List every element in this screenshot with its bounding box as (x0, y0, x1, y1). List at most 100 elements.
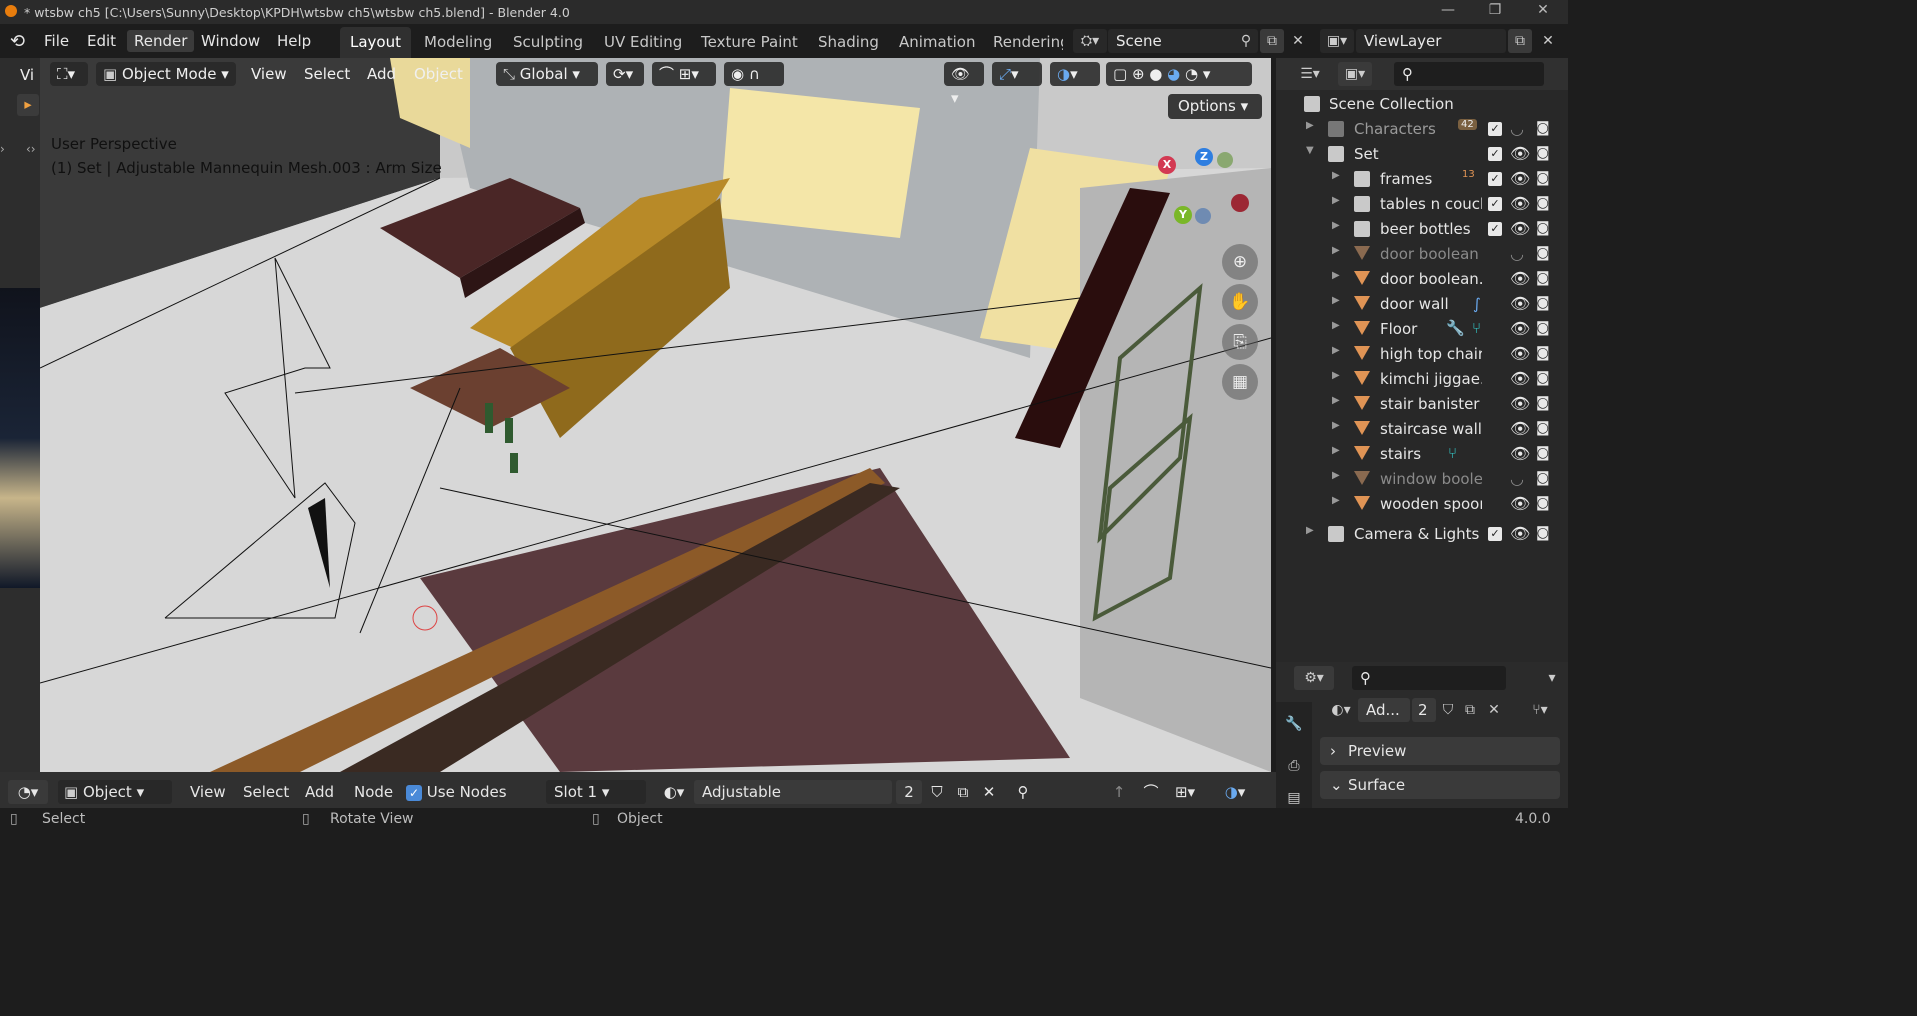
material-sphere-icon[interactable]: ◐▾ (1326, 698, 1356, 722)
pan-hand-icon[interactable]: ✋ (1222, 284, 1258, 320)
include-checkbox[interactable]: ✓ (1488, 147, 1502, 161)
include-checkbox[interactable]: ✓ (1488, 122, 1502, 136)
material-name-field[interactable]: Ad... (1358, 698, 1410, 722)
delete-scene-icon[interactable]: ✕ (1286, 29, 1310, 53)
render-camera-icon[interactable]: ◙ (1536, 445, 1550, 461)
node-tree-icon[interactable]: ⑂▾ (1522, 698, 1558, 722)
material-browse-icon[interactable]: ◐▾ (656, 780, 692, 804)
outliner-search-input[interactable]: ⚲ (1394, 62, 1544, 86)
shader-view-menu[interactable]: View (190, 780, 226, 804)
object-menu[interactable]: Object (407, 62, 470, 86)
overlay-toggle-icon[interactable]: ◑▾ (1050, 62, 1100, 86)
outliner-item-set[interactable]: ▼ Set ✓ 👁 ◙ (1276, 142, 1568, 167)
options-dropdown[interactable]: Options ▾ (1168, 94, 1262, 119)
outliner-scene-collection[interactable]: Scene Collection (1276, 92, 1568, 117)
hidden-eye-icon[interactable]: ◡ (1510, 469, 1524, 488)
eye-icon[interactable]: 👁 (1510, 419, 1530, 438)
outliner-item-door-boolean[interactable]: ▶ door boolean ◡ ◙ (1276, 242, 1568, 267)
outliner-item-stairs[interactable]: ▶ stairs ⑂ 👁 ◙ (1276, 442, 1568, 467)
blender-menu-icon[interactable]: ⟲ (10, 31, 32, 52)
material-name-input[interactable]: Adjustable Mannequin.001 (694, 780, 892, 825)
expand-arrow-icon[interactable]: ▶ (1332, 245, 1340, 256)
eye-icon[interactable]: 👁 (1510, 444, 1530, 463)
output-tab-icon[interactable]: ▤ (1282, 786, 1306, 810)
shading-modes[interactable]: ▢ ⊕ ● ◕ ◔ ▾ (1106, 62, 1252, 86)
tab-modeling[interactable]: Modeling (414, 27, 502, 58)
overlay-toggle-icon[interactable]: ◑▾ (1210, 780, 1260, 804)
unlink-material-icon[interactable]: ✕ (1482, 698, 1506, 722)
outliner-item-tables-n-couch[interactable]: ▶ tables n couch ✓ 👁 ◙ (1276, 192, 1568, 217)
tool-tab-icon[interactable]: 🔧 (1282, 712, 1306, 736)
snap-grid-icon[interactable]: ⊞▾ (1168, 780, 1202, 804)
expand-arrow-icon[interactable]: ▶ (1332, 270, 1340, 281)
expand-arrow-icon[interactable]: ▶ (1332, 495, 1340, 506)
expand-arrow-icon[interactable]: ▶ (1332, 170, 1340, 181)
hidden-eye-icon[interactable]: ◡ (1510, 244, 1524, 263)
camera-view-icon[interactable]: ⎘ (1222, 324, 1258, 360)
expand-arrow-icon[interactable]: ▶ (1306, 120, 1314, 131)
outliner-item-beer-bottles[interactable]: ▶ beer bottles ✓ 👁 ◙ (1276, 217, 1568, 242)
gizmo-z-axis[interactable]: Z (1195, 148, 1213, 166)
gizmo-x-axis[interactable]: X (1158, 156, 1176, 174)
menu-help[interactable]: Help (270, 30, 318, 52)
expand-arrow-icon[interactable]: ▶ (1332, 345, 1340, 356)
select-tool-icon[interactable]: ▸ (17, 94, 39, 116)
gizmo-neg-x[interactable] (1231, 194, 1249, 212)
snap-icon[interactable]: ⌒ ⊞▾ (652, 62, 716, 86)
minimize-icon[interactable]: — (1433, 2, 1463, 18)
tab-animation[interactable]: Animation (889, 27, 985, 58)
render-camera-icon[interactable]: ◙ (1536, 170, 1550, 186)
shader-type-dropdown[interactable]: ▣ Object ▾ (58, 780, 172, 804)
duplicate-material-icon[interactable]: ⧉ (952, 780, 974, 804)
close-icon[interactable]: ✕ (1528, 2, 1558, 18)
snap-magnet-icon[interactable]: ⌒ (1140, 780, 1162, 804)
include-checkbox[interactable]: ✓ (1488, 197, 1502, 211)
hidden-eye-icon[interactable]: ◡ (1510, 119, 1524, 138)
eye-icon[interactable]: 👁 (1510, 194, 1530, 213)
outliner-item-staircase-wall[interactable]: ▶ staircase wall 👁 ◙ (1276, 417, 1568, 442)
expand-arrow-icon[interactable]: ▶ (1332, 445, 1340, 456)
expand-arrow-icon[interactable]: ▶ (1332, 295, 1340, 306)
eye-icon[interactable]: 👁 (1510, 394, 1530, 413)
gizmo-y-axis[interactable]: Y (1174, 206, 1192, 224)
eye-icon[interactable]: 👁 (1510, 524, 1530, 543)
render-camera-icon[interactable]: ◙ (1536, 345, 1550, 361)
expand-arrow-icon[interactable]: ▶ (1332, 195, 1340, 206)
menu-window[interactable]: Window (194, 30, 267, 52)
expand-arrow-icon[interactable]: ▶ (1332, 395, 1340, 406)
render-camera-icon[interactable]: ◙ (1536, 245, 1550, 261)
tab-sculpting[interactable]: Sculpting (503, 27, 593, 58)
eye-icon[interactable]: 👁 (1510, 294, 1530, 313)
shader-editor-type-icon[interactable]: ◔▾ (8, 780, 48, 804)
surface-panel-header[interactable]: ⌄ Surface (1320, 771, 1560, 799)
outliner-item-window-boolean[interactable]: ▶ window boolea ◡ ◙ (1276, 467, 1568, 492)
expand-icon[interactable]: › (0, 142, 5, 156)
render-camera-icon[interactable]: ◙ (1536, 495, 1550, 511)
menu-render[interactable]: Render (127, 30, 195, 52)
view-layer-field[interactable]: ViewLayer (1356, 29, 1506, 53)
zoom-icon[interactable]: ⊕ (1222, 244, 1258, 280)
outliner-item-door-wall[interactable]: ▶ door wall ∫ 👁 ◙ (1276, 292, 1568, 317)
render-camera-icon[interactable]: ◙ (1536, 145, 1550, 161)
material-users-badge[interactable]: 2 (896, 780, 922, 804)
fake-user-shield-icon[interactable]: ⛉ (926, 780, 948, 804)
preview-panel-header[interactable]: › Preview (1320, 737, 1560, 765)
outliner-item-stair-banister[interactable]: ▶ stair banister 👁 ◙ (1276, 392, 1568, 417)
properties-search-input[interactable]: ⚲ (1352, 666, 1506, 690)
include-checkbox[interactable]: ✓ (1488, 172, 1502, 186)
eye-icon[interactable]: 👁 (1510, 319, 1530, 338)
select-menu[interactable]: Select (297, 62, 357, 86)
render-camera-icon[interactable]: ◙ (1536, 295, 1550, 311)
material-users-count[interactable]: 2 (1412, 698, 1436, 722)
eye-icon[interactable]: 👁 (1510, 369, 1530, 388)
render-camera-icon[interactable]: ◙ (1536, 195, 1550, 211)
expand-arrow-icon[interactable]: ▶ (1306, 525, 1314, 536)
grid-ortho-icon[interactable]: ▦ (1222, 364, 1258, 400)
left-editor-tab[interactable]: Vi (20, 66, 34, 84)
duplicate-material-icon[interactable]: ⧉ (1458, 698, 1482, 722)
slot-dropdown[interactable]: Slot 1 ▾ (546, 780, 646, 804)
outliner-item-kimchi-jiggae[interactable]: ▶ kimchi jiggae.0 👁 ◙ (1276, 367, 1568, 392)
shader-select-menu[interactable]: Select (243, 780, 289, 804)
use-nodes-toggle[interactable]: ✓ Use Nodes (406, 780, 510, 804)
eye-icon[interactable]: 👁 (1510, 269, 1530, 288)
